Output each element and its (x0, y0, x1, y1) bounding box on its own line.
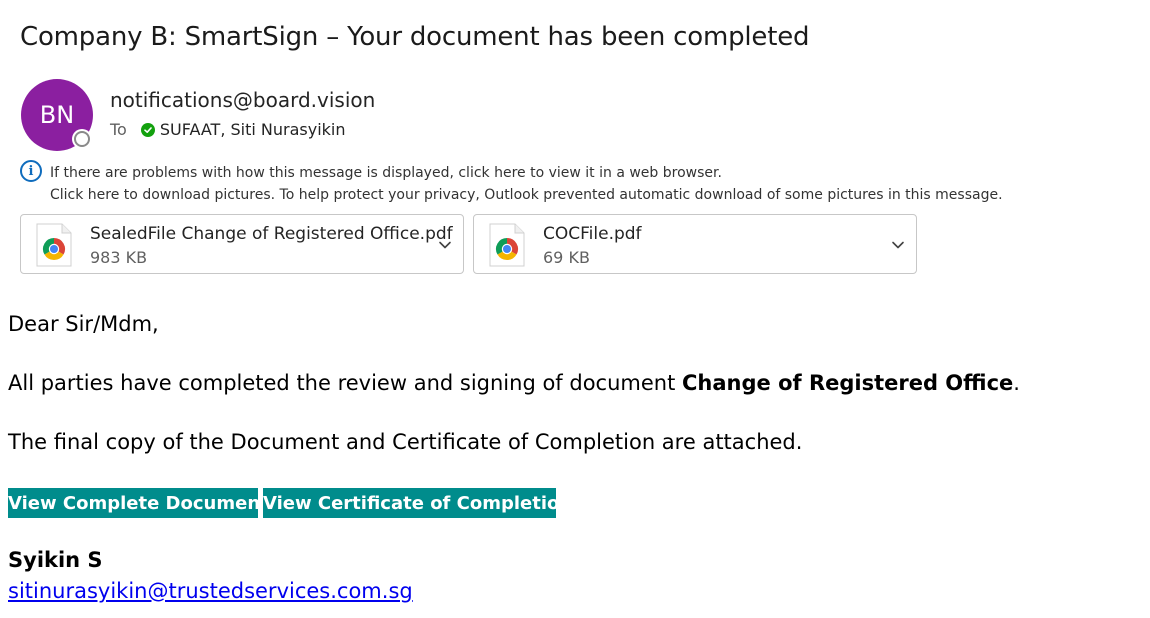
document-title: Change of Registered Office (682, 371, 1014, 395)
attachment-paragraph: The final copy of the Document and Certi… (8, 430, 803, 454)
chrome-icon (36, 223, 72, 267)
greeting: Dear Sir/Mdm, (8, 312, 159, 336)
recipient-name[interactable]: SUFAAT, Siti Nurasyikin (160, 120, 346, 139)
recipient-line: To SUFAAT, Siti Nurasyikin (110, 120, 345, 139)
attachment-name: SealedFile Change of Registered Office.p… (90, 224, 453, 244)
paragraph-text: All parties have completed the review an… (8, 371, 682, 395)
view-in-browser-link[interactable]: If there are problems with how this mess… (50, 162, 1003, 184)
view-certificate-button[interactable]: View Certificate of Completion (263, 488, 572, 518)
sender-email[interactable]: notifications@board.vision (110, 88, 375, 112)
signature-email-link[interactable]: sitinurasyikin@trustedservices.com.sg (8, 579, 413, 603)
attachment-card[interactable]: SealedFile Change of Registered Office.p… (20, 214, 464, 274)
paragraph-text: . (1013, 371, 1020, 395)
attachment-size: 69 KB (543, 248, 590, 267)
download-pictures-link[interactable]: Click here to download pictures. To help… (50, 184, 1003, 206)
attachment-name: COCFile.pdf (543, 224, 642, 244)
presence-status-icon (74, 131, 90, 147)
email-subject: Company B: SmartSign – Your document has… (20, 22, 810, 52)
avatar-initials: BN (39, 101, 75, 129)
chevron-down-icon[interactable] (437, 237, 453, 253)
chevron-down-icon[interactable] (890, 237, 906, 253)
attachment-card[interactable]: COCFile.pdf 69 KB (473, 214, 917, 274)
to-label: To (110, 120, 127, 139)
available-check-icon (140, 122, 155, 137)
info-icon: i (20, 160, 42, 182)
attachment-size: 983 KB (90, 248, 148, 267)
signature-name: Syikin S (8, 548, 103, 572)
view-complete-document-button[interactable]: View Complete Document (8, 488, 269, 518)
completion-paragraph: All parties have completed the review an… (8, 371, 1020, 395)
chrome-icon (489, 223, 525, 267)
